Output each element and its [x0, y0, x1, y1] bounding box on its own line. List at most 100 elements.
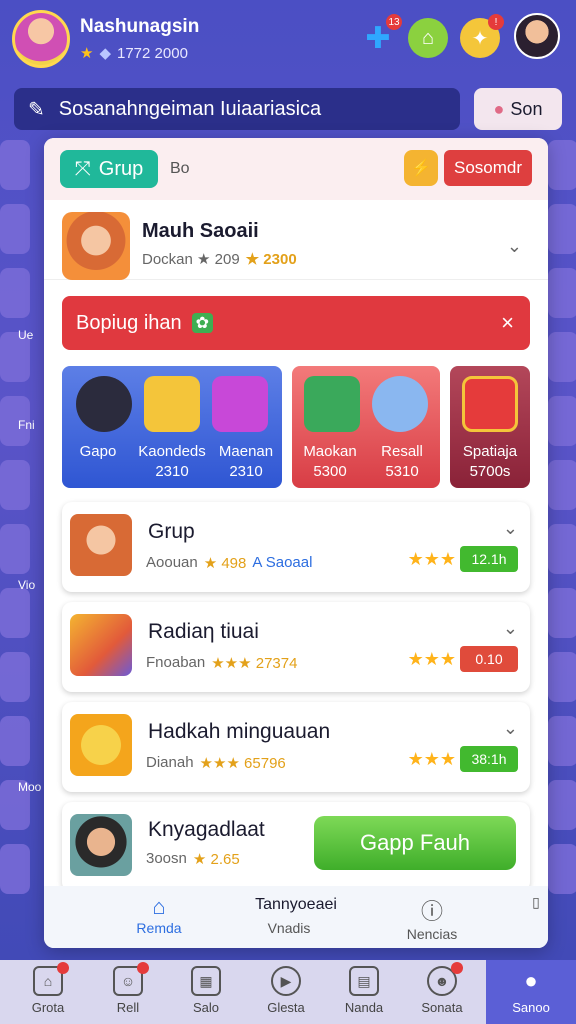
side-thumb	[548, 332, 576, 382]
featured-title: Mauh Saoaii	[142, 220, 259, 242]
row-meta: Aoouan ★ 498 A Saoaal	[146, 554, 312, 572]
sort-icon: ●	[493, 98, 505, 119]
nav-item-active[interactable]: ● Sanoo	[486, 960, 576, 1024]
nav-label: Sanoo	[512, 1000, 550, 1015]
row-title: Hadkah minguauan	[148, 720, 331, 743]
row-meta-text: Fnoaban	[146, 654, 206, 671]
gift-icon: ✿	[191, 313, 214, 333]
list-item[interactable]: Grup Aoouan ★ 498 A Saoaal ⌄ ★★★ 12.1h	[62, 502, 530, 592]
home-icon: ⌂	[152, 894, 166, 919]
row-score: ★★★ 27374	[211, 655, 298, 672]
nav-label: Glesta	[267, 1000, 305, 1015]
nav-item[interactable]: ☻ Sonata	[402, 962, 482, 1015]
row-extra: A Saoaal	[252, 554, 313, 571]
username: Nashunagsin	[80, 16, 200, 37]
row-score: ★ 498	[203, 555, 247, 572]
card-label: Maenan 2310	[210, 442, 282, 481]
user-icon: ☻	[427, 962, 463, 996]
girl-art	[372, 376, 428, 432]
row-meta: 3oosn ★ 2.65	[146, 850, 240, 868]
header-actions: ⚡ Sosomdr	[404, 150, 532, 186]
alert-badge: !	[488, 14, 504, 30]
sort-button[interactable]: ● Son	[474, 88, 562, 130]
side-thumb	[0, 524, 30, 574]
side-thumb	[548, 268, 576, 318]
card-red[interactable]: Maokan 5300 Resall 5310	[292, 366, 440, 488]
card-title: Resall	[381, 443, 423, 460]
featured-item[interactable]: Mauh Saoaii Dockan ★ 209 ★ 2300 ⌄	[44, 200, 548, 280]
card-sub: 5700s	[469, 462, 511, 480]
play-icon: ▶	[271, 966, 301, 996]
nav-item[interactable]: ☺ Rell	[88, 962, 168, 1015]
side-thumb	[548, 524, 576, 574]
card-title: Kaondeds	[138, 443, 206, 460]
user-avatar[interactable]	[514, 13, 560, 59]
row-thumbnail	[70, 814, 132, 876]
card-title: Spatiaja	[462, 443, 518, 460]
shuffle-icon: ⤧	[74, 157, 91, 180]
row-meta-text: Dianah	[146, 754, 194, 771]
header-action-button[interactable]: Sosomdr	[444, 150, 532, 186]
list-item[interactable]: Radiaη tiuai Fnoaban ★★★ 27374 ⌄ ★★★ 0.1…	[62, 602, 530, 692]
side-thumb	[548, 140, 576, 190]
star-icon: ★	[80, 45, 94, 62]
card-maroon[interactable]: Spatiaja 5700s	[450, 366, 530, 488]
calendar-icon: ▦	[191, 966, 221, 996]
panel-tab-label[interactable]: Vnadis	[250, 920, 328, 936]
nav-item[interactable]: ⌂ Grota	[8, 962, 88, 1015]
shop-icon[interactable]: ⌂	[408, 18, 448, 58]
close-icon[interactable]: ×	[501, 310, 514, 336]
chevron-down-icon[interactable]: ⌄	[503, 718, 518, 739]
panel-tab-info[interactable]: ⓘ Nencias	[392, 894, 472, 942]
side-thumb	[548, 716, 576, 766]
rating-pill: 38:1h	[460, 746, 518, 772]
row-thumbnail	[70, 614, 132, 676]
play-button[interactable]: Gapp Fauh	[314, 816, 516, 870]
chevron-down-icon[interactable]: ⌄	[503, 618, 518, 639]
panel-tab-home[interactable]: ⌂ Remda	[124, 894, 194, 936]
lightning-icon[interactable]: ⚡	[404, 150, 438, 186]
side-thumb	[548, 844, 576, 894]
side-label: Vio	[18, 578, 36, 592]
search-input[interactable]: ✎ Sosanahngeiman Iuiaariasica	[14, 88, 460, 130]
featured-meta-text: Dockan ★ 209	[142, 251, 240, 268]
profile-stats: ★ ◆ 1772 2000	[80, 44, 188, 63]
nav-item[interactable]: ▦ Salo	[166, 966, 246, 1015]
side-thumb	[0, 460, 30, 510]
list-item[interactable]: Knyagadlaat 3oosn ★ 2.65 Gapp Fauh	[62, 802, 530, 892]
featured-score: ★ 2300	[245, 251, 297, 268]
row-thumbnail	[70, 714, 132, 776]
gift-icon[interactable]: ✦ !	[460, 14, 504, 58]
side-thumb	[548, 460, 576, 510]
nav-item[interactable]: ▤ Nanda	[324, 966, 404, 1015]
chevron-down-icon[interactable]: ⌄	[503, 518, 518, 539]
chevron-down-icon[interactable]: ⌄	[507, 236, 522, 257]
edit-icon: ✎	[28, 98, 45, 121]
side-thumb	[548, 652, 576, 702]
card-sub: 5300	[313, 462, 347, 480]
sort-label: Son	[510, 98, 543, 119]
side-thumb	[0, 652, 30, 702]
info-icon: ⓘ	[420, 899, 443, 924]
side-thumb	[548, 588, 576, 638]
card-blue[interactable]: Gapo Kaondeds 2310 Maenan 2310	[62, 366, 282, 488]
profile-icon: ●	[524, 968, 538, 993]
group-button[interactable]: ⤧ Grup	[60, 150, 158, 188]
profile-avatar[interactable]	[12, 10, 70, 68]
side-thumb	[0, 204, 30, 254]
cube-art	[212, 376, 268, 432]
side-thumb	[0, 844, 30, 894]
group-button-label: Grup	[98, 157, 144, 180]
side-thumb	[0, 268, 30, 318]
gem-icon: ◆	[99, 45, 111, 62]
list-item[interactable]: Hadkah minguauan Dianah ★★★ 65796 ⌄ ★★★ …	[62, 702, 530, 792]
bookmark-icon[interactable]: ▯	[524, 894, 548, 911]
row-rating: ★★★ 12.1h	[408, 546, 518, 572]
puzzle-icon[interactable]: ✚ 13	[358, 14, 402, 58]
side-thumb	[0, 140, 30, 190]
nav-item[interactable]: ▶ Glesta	[246, 966, 326, 1015]
featured-thumbnail	[62, 212, 130, 280]
card-label: Resall 5310	[364, 442, 440, 481]
panel-tab-label: Nencias	[406, 926, 458, 942]
home-icon: ⌂	[33, 962, 69, 996]
